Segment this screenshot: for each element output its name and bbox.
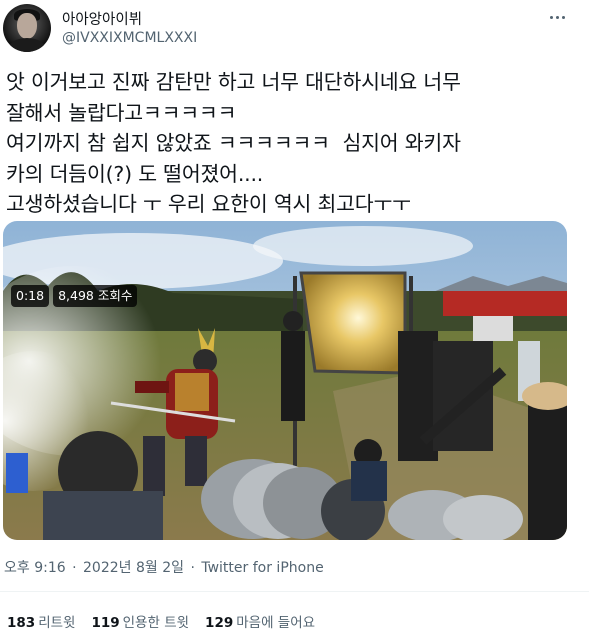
tweet-time[interactable]: 오후 9:16	[4, 560, 66, 576]
view-count-number: 8,498	[58, 288, 94, 303]
tweet-source[interactable]: Twitter for iPhone	[201, 560, 323, 576]
retweets-stat[interactable]: 183 리트윗	[7, 611, 75, 631]
likes-count: 129	[205, 615, 234, 631]
more-horizontal-icon	[550, 16, 553, 19]
meta-separator: ·	[72, 560, 77, 576]
tweet-text: 앗 이거보고 진짜 감탄만 하고 너무 대단하시네요 너무 잘해서 놀랍다고ㅋㅋ…	[6, 70, 461, 216]
display-name[interactable]: 아아앙아이뷔	[62, 8, 142, 29]
avatar-body	[9, 38, 45, 52]
quote-tweets-stat[interactable]: 119 인용한 트윗	[91, 611, 189, 631]
username[interactable]: @IVXXIXMCMLXXXI	[62, 30, 197, 46]
meta-separator: ·	[190, 560, 195, 576]
retweets-count: 183	[7, 615, 36, 631]
more-options-button[interactable]	[547, 8, 567, 28]
likes-stat[interactable]: 129 마음에 들어요	[205, 611, 315, 631]
quotes-label: 인용한 트윗	[122, 615, 190, 631]
tweet-date[interactable]: 2022년 8월 2일	[83, 560, 184, 576]
video-view-count: 8,498 조회수	[53, 285, 138, 307]
retweets-label: 리트윗	[38, 615, 76, 631]
tweet-card: 아아앙아이뷔 @IVXXIXMCMLXXXI 앗 이거보고 진짜 감탄만 하고 …	[0, 0, 589, 635]
more-horizontal-icon	[562, 16, 565, 19]
tweet-video[interactable]	[3, 221, 567, 540]
divider	[0, 591, 589, 592]
quotes-count: 119	[91, 615, 120, 631]
more-horizontal-icon	[556, 16, 559, 19]
video-duration: 0:18	[11, 285, 50, 307]
tweet-meta: 오후 9:16 · 2022년 8월 2일 · Twitter for iPho…	[4, 557, 324, 577]
video-badges: 0:18 8,498 조회수	[11, 285, 138, 307]
avatar-face	[17, 13, 37, 39]
video-thumbnail	[3, 221, 567, 540]
likes-label: 마음에 들어요	[236, 615, 316, 631]
tweet-header: 아아앙아이뷔 @IVXXIXMCMLXXXI	[0, 0, 589, 60]
tweet-stats: 183 리트윗 119 인용한 트윗 129 마음에 들어요	[7, 611, 315, 631]
view-count-label: 조회수	[97, 288, 133, 303]
avatar[interactable]	[3, 4, 51, 52]
